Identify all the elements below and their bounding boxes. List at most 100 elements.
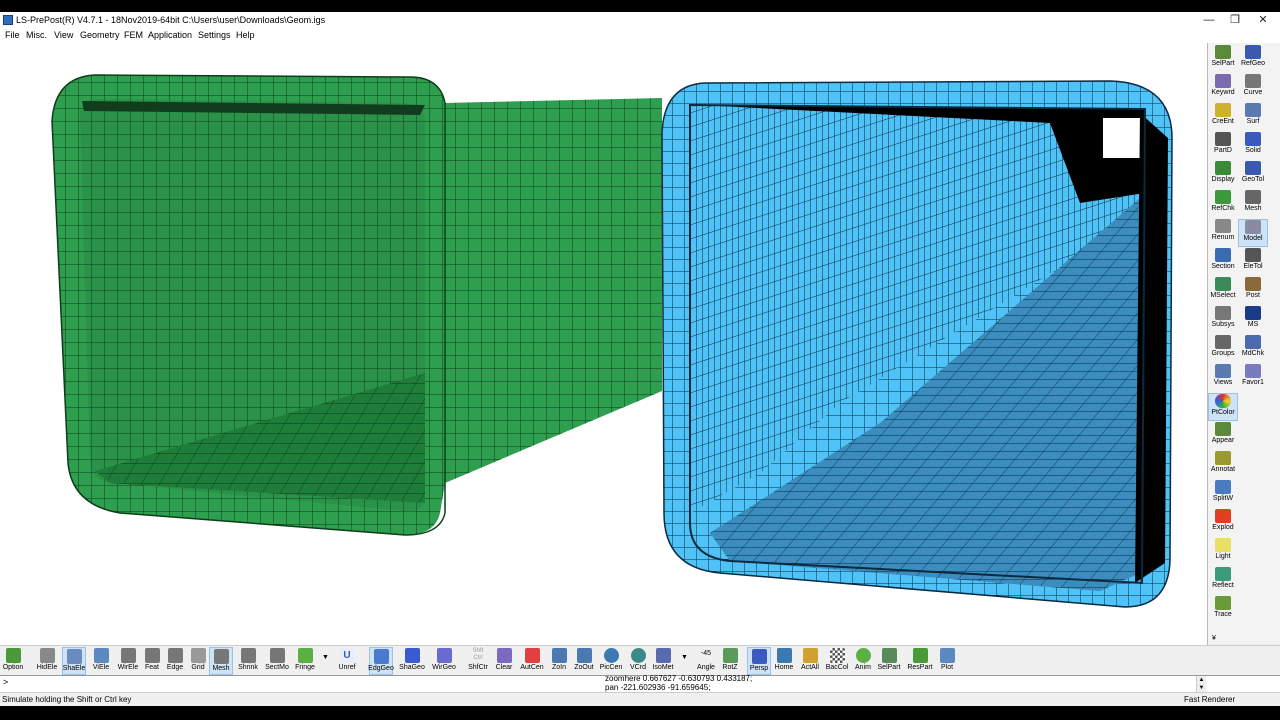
reflect-icon bbox=[1215, 567, 1231, 581]
model-button[interactable]: Model bbox=[1238, 219, 1268, 247]
viele-button[interactable]: ViEle bbox=[89, 647, 113, 675]
menu-fem[interactable]: FEM bbox=[124, 30, 143, 40]
edggeo-button[interactable]: EdgGeo bbox=[368, 647, 394, 675]
rotz-button[interactable]: RotZ bbox=[718, 647, 742, 675]
post-button[interactable]: Post bbox=[1238, 277, 1268, 305]
hidele-button[interactable]: HidEle bbox=[35, 647, 59, 675]
trace-button[interactable]: Trace bbox=[1208, 596, 1238, 624]
plot-icon bbox=[939, 648, 955, 663]
menu-file[interactable]: File bbox=[5, 30, 20, 40]
menu-misc[interactable]: Misc. bbox=[26, 30, 47, 40]
views-icon bbox=[1215, 364, 1231, 378]
section-mode-icon bbox=[269, 648, 285, 663]
option-button[interactable]: Option bbox=[1, 647, 25, 675]
scroll-down-icon[interactable]: ▼ bbox=[1197, 684, 1206, 692]
renum-button[interactable]: Renum bbox=[1208, 219, 1238, 247]
edge-icon bbox=[167, 648, 183, 663]
model-icon bbox=[1245, 220, 1261, 234]
solid-button[interactable]: Solid bbox=[1238, 132, 1268, 160]
reset-part-icon bbox=[912, 648, 928, 663]
appear-button[interactable]: Appear bbox=[1208, 422, 1238, 450]
selpart-toolbar-button[interactable]: SelPart bbox=[877, 647, 901, 675]
zoom-in-icon bbox=[551, 648, 567, 663]
groups-icon bbox=[1215, 335, 1231, 349]
isometric-icon bbox=[655, 648, 671, 663]
actall-button[interactable]: ActAll bbox=[798, 647, 822, 675]
background-color-icon bbox=[829, 648, 845, 663]
autcen-button[interactable]: AutCen bbox=[520, 647, 544, 675]
respart-button[interactable]: ResPart bbox=[907, 647, 933, 675]
fringe-icon bbox=[297, 648, 313, 663]
view-dropdown-icon[interactable]: ▼ bbox=[681, 654, 688, 661]
shageo-button[interactable]: ShaGeo bbox=[399, 647, 425, 675]
minimize-button[interactable]: — bbox=[1196, 13, 1222, 28]
menu-geometry[interactable]: Geometry bbox=[80, 30, 120, 40]
eletol-button[interactable]: EleTol bbox=[1238, 248, 1268, 276]
mesh-button[interactable]: Mesh bbox=[1238, 190, 1268, 218]
home-icon bbox=[776, 648, 792, 663]
refgeo-button[interactable]: RefGeo bbox=[1238, 45, 1268, 73]
shrink-button[interactable]: Shrink bbox=[236, 647, 260, 675]
hidden-element-icon bbox=[39, 648, 55, 663]
unref-icon: U bbox=[339, 648, 355, 663]
refgeo-icon bbox=[1245, 45, 1261, 59]
blue-tube[interactable] bbox=[661, 80, 1173, 608]
model-check-button[interactable]: MdChk bbox=[1238, 335, 1268, 363]
clear-button[interactable]: Clear bbox=[492, 647, 516, 675]
geotol-icon bbox=[1245, 161, 1261, 175]
mesh-toggle-icon bbox=[213, 649, 229, 664]
status-message: Simulate holding the Shift or Ctrl key bbox=[2, 695, 132, 704]
menu-application[interactable]: Application bbox=[148, 30, 192, 40]
piccen-button[interactable]: PicCen bbox=[599, 647, 623, 675]
command-log: zoomhere 0.667627 -0.630793 0.433187; pa… bbox=[605, 674, 1195, 693]
section-icon bbox=[1215, 248, 1231, 262]
eletol-icon bbox=[1245, 248, 1261, 262]
scroll-up-icon[interactable]: ▲ bbox=[1197, 676, 1206, 684]
split-window-button[interactable]: SplitW bbox=[1208, 480, 1238, 508]
plot-button[interactable]: Plot bbox=[935, 647, 959, 675]
light-icon bbox=[1215, 538, 1231, 552]
shaele-button[interactable]: ShaEle bbox=[62, 647, 86, 675]
explode-button[interactable]: Explod bbox=[1208, 509, 1238, 537]
reflect-button[interactable]: Reflect bbox=[1208, 567, 1238, 595]
sectmo-button[interactable]: SectMo bbox=[265, 647, 289, 675]
command-input[interactable]: > bbox=[3, 677, 8, 687]
command-area: > zoomhere 0.667627 -0.630793 0.433187; … bbox=[0, 674, 1280, 693]
ms-button[interactable]: MS bbox=[1238, 306, 1268, 334]
maximize-button[interactable]: ❐ bbox=[1222, 13, 1248, 28]
geotol-button[interactable]: GeoTol bbox=[1238, 161, 1268, 189]
fringe-dropdown-icon[interactable]: ▼ bbox=[322, 654, 329, 661]
trace-icon bbox=[1215, 596, 1231, 610]
fringe-button[interactable]: Fringe bbox=[293, 647, 317, 675]
graphics-viewport[interactable] bbox=[0, 43, 1208, 645]
light-button[interactable]: Light bbox=[1208, 538, 1238, 566]
menu-settings[interactable]: Settings bbox=[198, 30, 231, 40]
zoom-out-icon bbox=[576, 648, 592, 663]
green-tube[interactable] bbox=[51, 74, 662, 536]
zoout-button[interactable]: ZoOut bbox=[572, 647, 596, 675]
window-title: LS-PrePost(R) V4.7.1 - 18Nov2019-64bit C… bbox=[16, 15, 326, 25]
log-scrollbar[interactable]: ▲ ▼ bbox=[1196, 676, 1206, 693]
curve-icon bbox=[1245, 74, 1261, 88]
part-data-icon bbox=[1215, 132, 1231, 146]
surface-icon bbox=[1245, 103, 1261, 117]
activate-all-icon bbox=[802, 648, 818, 663]
panel-collapse[interactable]: ¥ bbox=[1212, 635, 1216, 642]
menu-view[interactable]: View bbox=[54, 30, 73, 40]
mesh-toggle-button[interactable]: Mesh bbox=[209, 647, 233, 675]
visible-element-icon bbox=[93, 648, 109, 663]
right-toolbar: SelPart Keywrd CreEnt PartD Display RefC… bbox=[1208, 43, 1280, 645]
favorite-button[interactable]: Favor1 bbox=[1238, 364, 1268, 392]
surface-button[interactable]: Surf bbox=[1238, 103, 1268, 131]
menu-help[interactable]: Help bbox=[236, 30, 255, 40]
appear-icon bbox=[1215, 422, 1231, 436]
auto-center-icon bbox=[524, 648, 540, 663]
shift-ctrl-icon: Shft Ctrl bbox=[472, 648, 484, 661]
close-button[interactable]: ✕ bbox=[1250, 13, 1276, 28]
curve-button[interactable]: Curve bbox=[1238, 74, 1268, 102]
part-color-button[interactable]: PtColor bbox=[1208, 393, 1238, 421]
wirgeo-button[interactable]: WirGeo bbox=[432, 647, 456, 675]
annotate-button[interactable]: Annotat bbox=[1208, 451, 1238, 479]
unref-button[interactable]: U Unref bbox=[335, 647, 359, 675]
isomet-button[interactable]: IsoMet bbox=[651, 647, 675, 675]
